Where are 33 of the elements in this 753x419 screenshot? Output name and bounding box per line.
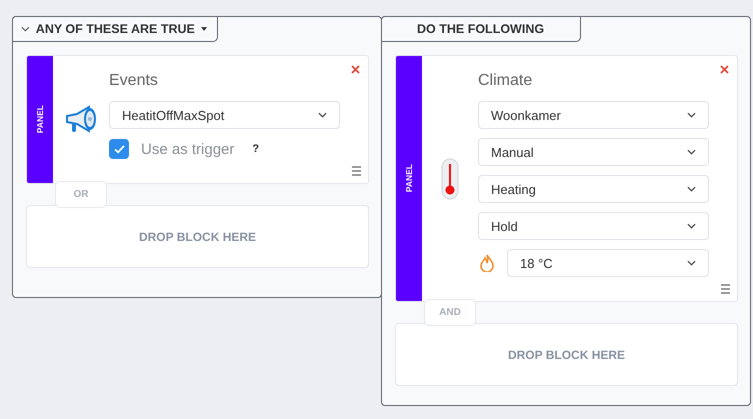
menu-icon[interactable] xyxy=(352,166,361,176)
chevron-icon xyxy=(687,149,696,155)
caret-icon[interactable] xyxy=(200,27,207,31)
megaphone-icon xyxy=(63,104,99,134)
chevron-icon xyxy=(687,223,696,229)
dropdown[interactable]: Woonkamer xyxy=(478,101,709,129)
menu-icon[interactable] xyxy=(721,284,730,294)
dropdown[interactable]: Manual xyxy=(478,138,709,166)
dropdown[interactable]: HeatitOffMaxSpot xyxy=(109,101,340,129)
close-icon[interactable] xyxy=(720,65,729,74)
checkmark-icon xyxy=(114,144,124,154)
close-icon[interactable] xyxy=(351,65,360,74)
dropdown[interactable]: Hold xyxy=(478,212,709,240)
connector-label: OR xyxy=(55,181,107,208)
dropdown[interactable]: Heating xyxy=(478,175,709,203)
chevron-icon xyxy=(687,112,696,118)
checkbox[interactable] xyxy=(109,139,129,159)
chevron-icon xyxy=(687,260,696,266)
flame-icon xyxy=(480,254,494,272)
connector-label: AND xyxy=(424,299,476,326)
block-title: Events xyxy=(109,72,159,90)
thermometer-icon xyxy=(441,158,459,200)
block-title: Climate xyxy=(478,72,534,90)
help-link[interactable]: ? xyxy=(252,143,260,155)
chevron-icon[interactable] xyxy=(21,26,30,32)
panel-strip: PANEL xyxy=(396,56,422,301)
group-header[interactable]: DO THE FOLLOWING xyxy=(381,16,581,42)
panel-strip: PANEL xyxy=(27,56,53,183)
chevron-icon xyxy=(318,112,327,118)
group-header[interactable]: ANY OF THESE ARE TRUE xyxy=(12,16,218,42)
dropdown[interactable]: 18 °C xyxy=(507,249,709,277)
checkbox-label: Use as trigger xyxy=(141,140,234,158)
chevron-icon xyxy=(687,186,696,192)
